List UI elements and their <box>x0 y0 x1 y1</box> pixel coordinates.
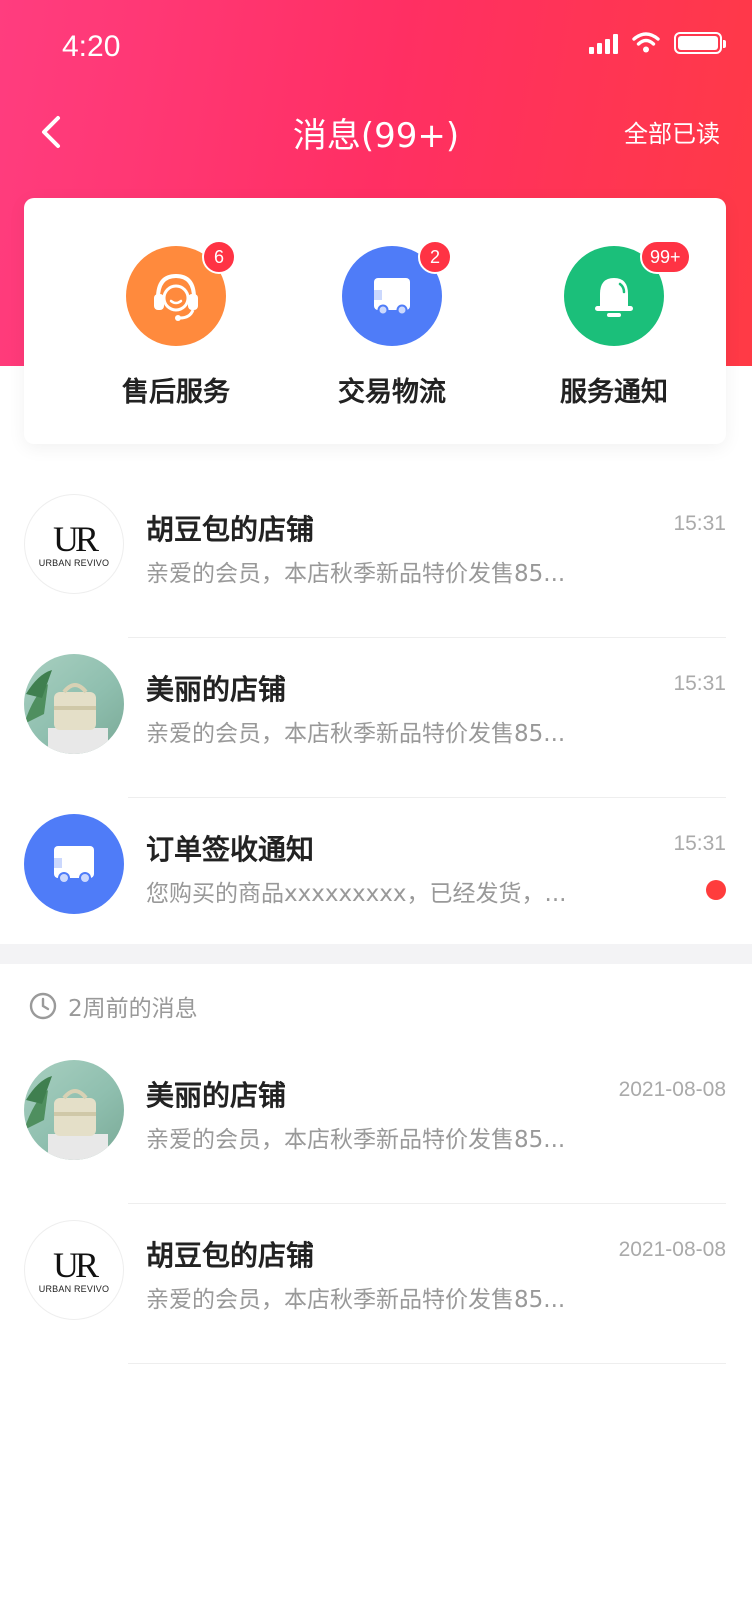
message-title: 美丽的店铺 <box>146 673 287 706</box>
shop-photo-image <box>24 1076 108 1160</box>
message-time: 2021-08-08 <box>618 1078 726 1101</box>
battery-icon <box>674 32 726 54</box>
service-notice-badge: 99+ <box>640 240 691 274</box>
message-title: 胡豆包的店铺 <box>146 513 315 546</box>
older-messages-header: 2周前的消息 <box>28 990 198 1022</box>
message-time: 15:31 <box>673 832 726 855</box>
signal-icon <box>589 32 618 54</box>
message-preview: 亲爱的会员，本店秋季新品特价发售85... <box>146 561 566 587</box>
category-label: 服务通知 <box>560 377 668 408</box>
message-time: 15:31 <box>673 672 726 695</box>
nav-bar: 消息(99+) 全部已读 <box>0 96 752 168</box>
section-title: 2周前的消息 <box>68 996 198 1022</box>
message-category-card: 6 售后服务 2 交易物流 99+ 服务通知 <box>24 198 726 444</box>
list-item[interactable]: UR URBAN REVIVO 胡豆包的店铺 2021-08-08 亲爱的会员，… <box>0 1204 752 1364</box>
message-title: 美丽的店铺 <box>146 1079 287 1112</box>
message-title: 胡豆包的店铺 <box>146 1239 315 1272</box>
category-label: 交易物流 <box>338 377 446 408</box>
avatar <box>24 1060 124 1160</box>
headset-icon: 6 <box>126 240 236 346</box>
brand-logo-mark: UR <box>52 519 99 559</box>
mark-all-read-button[interactable]: 全部已读 <box>624 114 720 149</box>
bell-icon: 99+ <box>564 240 691 346</box>
truck-icon <box>24 814 124 914</box>
clock-icon <box>29 992 57 1020</box>
avatar: UR URBAN REVIVO <box>24 1220 124 1320</box>
status-time: 4:20 <box>62 30 121 63</box>
message-title: 订单签收通知 <box>146 833 315 866</box>
category-after-sales[interactable]: 6 售后服务 <box>76 240 276 409</box>
message-time: 2021-08-08 <box>618 1238 726 1261</box>
avatar <box>24 654 124 754</box>
message-time: 15:31 <box>673 512 726 535</box>
truck-icon: 2 <box>342 240 452 346</box>
message-preview: 亲爱的会员，本店秋季新品特价发售85... <box>146 721 566 747</box>
message-preview: 亲爱的会员，本店秋季新品特价发售85... <box>146 1127 566 1153</box>
list-item[interactable]: UR URBAN REVIVO 胡豆包的店铺 15:31 亲爱的会员，本店秋季新… <box>0 478 752 638</box>
list-item[interactable]: 订单签收通知 15:31 您购买的商品xxxxxxxxx，已经发货，... <box>0 798 752 958</box>
message-preview: 您购买的商品xxxxxxxxx，已经发货，... <box>146 881 567 907</box>
shop-photo-image <box>24 670 108 754</box>
avatar: UR URBAN REVIVO <box>24 494 124 594</box>
category-label: 售后服务 <box>122 377 230 408</box>
brand-logo-mark: UR <box>52 1245 99 1285</box>
list-item[interactable]: 美丽的店铺 15:31 亲爱的会员，本店秋季新品特价发售85... <box>0 638 752 798</box>
divider <box>128 1363 726 1364</box>
logistics-badge: 2 <box>418 240 452 274</box>
category-logistics[interactable]: 2 交易物流 <box>292 240 492 409</box>
list-item[interactable]: 美丽的店铺 2021-08-08 亲爱的会员，本店秋季新品特价发售85... <box>0 1044 752 1204</box>
category-service-notice[interactable]: 99+ 服务通知 <box>514 240 714 409</box>
message-list: UR URBAN REVIVO 胡豆包的店铺 15:31 亲爱的会员，本店秋季新… <box>0 478 752 958</box>
status-bar: 4:20 <box>0 0 752 96</box>
older-message-list: 美丽的店铺 2021-08-08 亲爱的会员，本店秋季新品特价发售85... U… <box>0 1044 752 1364</box>
message-preview: 亲爱的会员，本店秋季新品特价发售85... <box>146 1287 566 1313</box>
brand-logo-text: URBAN REVIVO <box>38 1284 110 1294</box>
brand-logo-text: URBAN REVIVO <box>38 558 110 568</box>
after-sales-badge: 6 <box>202 240 236 274</box>
section-separator <box>0 944 752 964</box>
unread-dot <box>706 880 726 900</box>
wifi-icon <box>632 32 660 53</box>
status-icons <box>589 32 726 54</box>
